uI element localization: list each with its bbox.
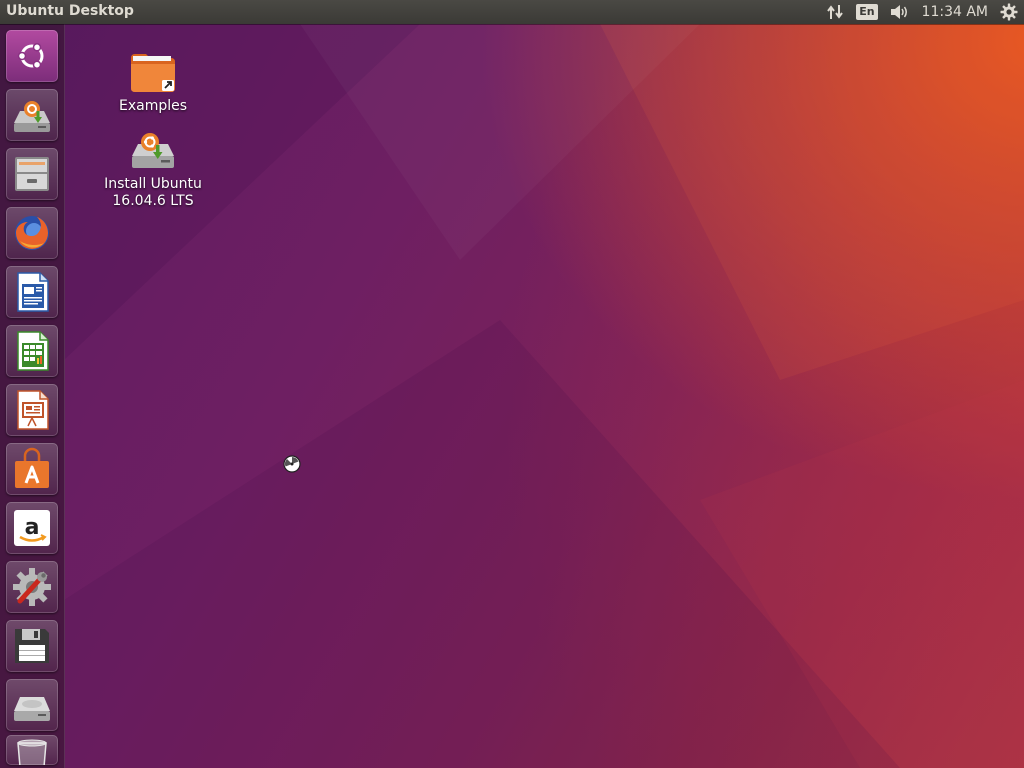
desktop-icon-label: Examples [118, 98, 188, 114]
file-cabinet-icon [15, 157, 49, 191]
calc-spreadsheet-icon [17, 331, 49, 371]
top-panel: Ubuntu Desktop En 11:34 AM [0, 0, 1024, 24]
desktop-icon-examples[interactable]: Examples [98, 50, 208, 115]
launcher-ubuntu-software[interactable] [6, 443, 58, 495]
impress-presentation-icon [17, 390, 49, 430]
launcher-libreoffice-writer[interactable] [6, 266, 58, 318]
keyboard-layout-label: En [856, 4, 878, 20]
launcher-hard-drive[interactable] [6, 679, 58, 731]
launcher-firefox[interactable] [6, 207, 58, 259]
hard-drive-icon [14, 697, 50, 721]
desktop-icon-install-ubuntu[interactable]: Install Ubuntu 16.04.6 LTS [98, 128, 208, 210]
launcher-system-settings[interactable] [6, 561, 58, 613]
desktop-icon-label-line1: Install Ubuntu [104, 176, 202, 192]
installer-drive-icon [14, 101, 50, 132]
launcher-install-ubuntu[interactable] [6, 89, 58, 141]
launcher-libreoffice-impress[interactable] [6, 384, 58, 436]
floppy-disk-icon [15, 629, 49, 663]
svg-text:a: a [25, 515, 40, 540]
app-title: Ubuntu Desktop [6, 3, 134, 19]
system-gear-icon[interactable] [1000, 0, 1018, 24]
keyboard-layout-indicator[interactable]: En [856, 0, 878, 24]
launcher-dash-home[interactable] [6, 30, 58, 82]
network-icon[interactable] [826, 0, 844, 24]
shopping-bag-icon [15, 447, 49, 488]
launcher-trash[interactable] [6, 735, 58, 765]
folder-link-icon [131, 54, 175, 92]
indicator-area: En 11:34 AM [820, 0, 1024, 24]
launcher-amazon[interactable]: a [6, 502, 58, 554]
ubuntu-logo-icon [17, 43, 44, 69]
launcher: a [0, 24, 65, 768]
desktop-icon-label-line2: 16.04.6 LTS [112, 193, 194, 209]
wallpaper-facets [64, 24, 1024, 768]
clock[interactable]: 11:34 AM [922, 0, 988, 24]
launcher-libreoffice-calc[interactable] [6, 325, 58, 377]
volume-icon[interactable] [890, 0, 910, 24]
installer-drive-icon [132, 133, 174, 168]
writer-document-icon [17, 272, 49, 312]
firefox-icon [15, 216, 49, 250]
settings-wrench-gear-icon [13, 568, 51, 606]
clock-label: 11:34 AM [921, 4, 988, 20]
launcher-floppy-drive[interactable] [6, 620, 58, 672]
launcher-files[interactable] [6, 148, 58, 200]
amazon-icon: a [14, 510, 50, 546]
desktop-wallpaper [0, 0, 1024, 768]
busy-cursor-icon [283, 455, 301, 477]
trash-icon [17, 739, 47, 765]
